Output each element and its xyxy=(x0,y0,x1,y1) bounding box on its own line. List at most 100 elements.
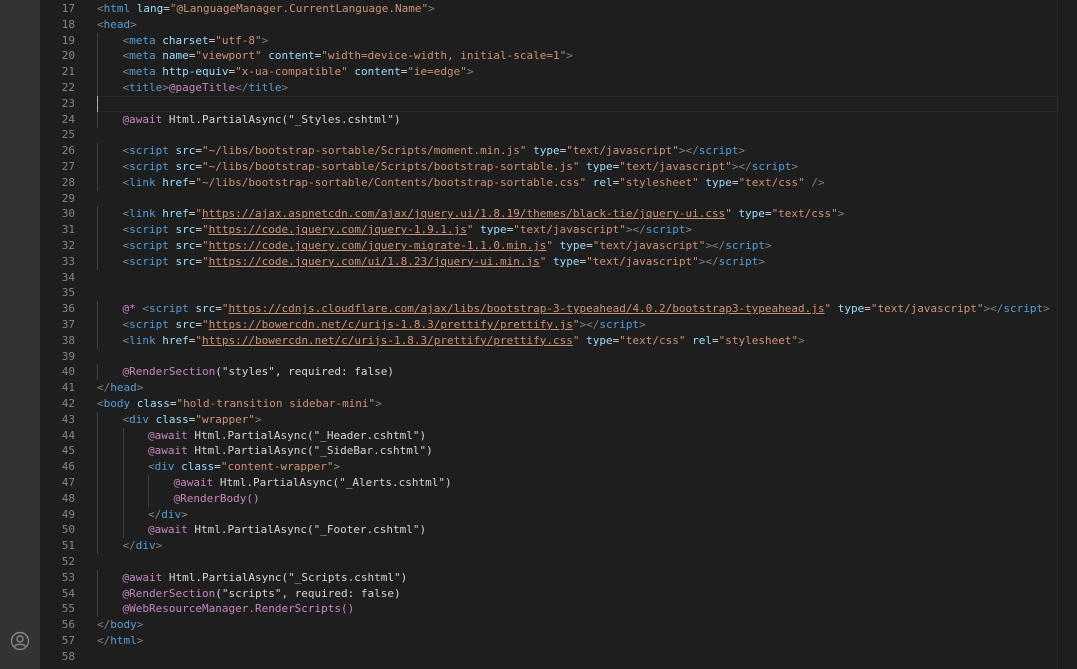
code-line[interactable]: 32 <script src="https://code.jquery.com/j… xyxy=(40,238,1077,254)
line-number: 18 xyxy=(61,17,75,31)
code-token: meta xyxy=(129,49,156,63)
code-line[interactable]: 47 @await Html.PartialAsync("_Alerts.csht… xyxy=(40,475,1077,491)
code-line[interactable]: 43 <div class="wrapper"> xyxy=(40,411,1077,428)
code-token: < xyxy=(97,2,104,15)
code-line[interactable]: 38 <link href="https://bowercdn.net/c/uri… xyxy=(40,332,1077,349)
code-token: html xyxy=(110,634,137,647)
indent-guide xyxy=(122,490,124,507)
code-token: head xyxy=(110,381,137,395)
code-line[interactable]: 48 @RenderBody() xyxy=(40,490,1077,507)
code-line[interactable]: 57 </html> xyxy=(40,633,1077,649)
code-line[interactable]: 42 <body class="hold-transition sidebar-m… xyxy=(40,396,1077,412)
code-line[interactable]: 29 xyxy=(40,191,1077,207)
code-line[interactable]: 31 <script src="https://code.jquery.com/j… xyxy=(40,222,1077,239)
code-text: <script src="https://code.jquery.com/jqu… xyxy=(123,238,772,254)
code-line[interactable]: 55 @WebResourceManager.RenderScripts() xyxy=(40,601,1077,618)
code-token: = xyxy=(214,460,221,474)
code-line[interactable]: 41 </head> xyxy=(40,380,1077,396)
code-token[interactable]: https://bowercdn.net/c/urijs-1.8.3/prett… xyxy=(209,318,573,331)
code-text: @await Html.PartialAsync("_Footer.cshtml… xyxy=(148,522,426,538)
code-line[interactable]: 25 xyxy=(40,127,1077,143)
code-token: "stylesheet" xyxy=(718,333,799,347)
code-line[interactable]: 54 @RenderSection("scripts", required: fa… xyxy=(40,585,1077,602)
line-number: 47 xyxy=(61,476,75,489)
code-line[interactable]: 37 <script src="https://bowercdn.net/c/ur… xyxy=(40,317,1077,333)
account-icon[interactable] xyxy=(10,631,30,651)
code-text: <script src="https://code.jquery.com/jqu… xyxy=(123,222,693,238)
code-line[interactable]: 39 xyxy=(40,349,1077,365)
text-cursor xyxy=(97,96,98,112)
line-number: 41 xyxy=(61,381,75,395)
code-token: > xyxy=(738,144,746,158)
code-token: type xyxy=(586,160,613,173)
code-text: @await Html.PartialAsync("_Header.cshtml… xyxy=(148,428,426,444)
code-token: "text/javascript" xyxy=(513,223,626,237)
code-line[interactable]: 21 <meta http-equiv="x-ua-compatible" con… xyxy=(40,64,1077,81)
code-line[interactable]: 17 <html lang="@LanguageManager.CurrentLa… xyxy=(40,1,1077,17)
code-token[interactable]: https://cdnjs.cloudflare.com/ajax/libs/b… xyxy=(229,302,825,315)
code-token: > xyxy=(837,207,845,221)
line-number: 33 xyxy=(61,254,75,268)
code-token[interactable]: https://code.jquery.com/jquery-1.9.1.js xyxy=(209,223,467,236)
indent-guide xyxy=(97,569,98,586)
code-token[interactable]: https://bowercdn.net/c/urijs-1.8.3/prett… xyxy=(202,334,573,347)
code-token: > xyxy=(764,239,772,252)
code-line[interactable]: 49 </div> xyxy=(40,506,1077,523)
code-token: = xyxy=(215,302,222,316)
code-line[interactable]: 20 <meta name="viewport" content="width=d… xyxy=(40,48,1077,65)
code-line[interactable]: 52 xyxy=(40,554,1077,570)
code-token: href xyxy=(162,207,189,221)
code-token: "text/javascript" xyxy=(870,302,984,316)
code-line[interactable]: 46 <div class="content-wrapper"> xyxy=(40,459,1077,476)
code-line[interactable]: 40 @RenderSection("styles", required: fal… xyxy=(40,364,1077,381)
code-line[interactable]: 22 <title>@pageTitle</title> xyxy=(40,80,1077,96)
code-token: body xyxy=(103,397,131,410)
code-line[interactable]: 24 @await Html.PartialAsync("_Styles.csht… xyxy=(40,111,1077,128)
code-line[interactable]: 53 @await Html.PartialAsync("_Scripts.csh… xyxy=(40,569,1077,586)
code-token: src xyxy=(175,318,196,331)
indent-guide xyxy=(97,443,98,460)
code-token[interactable]: https://ajax.aspnetcdn.com/ajax/jquery.u… xyxy=(202,207,725,220)
code-token[interactable]: https://code.jquery.com/ui/1.8.23/jquery… xyxy=(209,255,540,268)
code-line[interactable]: 36 @* <script src="https://cdnjs.cloudfla… xyxy=(40,301,1077,318)
code-text: @await Html.PartialAsync("_SideBar.cshtm… xyxy=(148,443,433,459)
code-text: @RenderSection("styles", required: false… xyxy=(123,364,395,380)
line-number: 22 xyxy=(61,81,75,94)
editor-area[interactable]: 17 <html lang="@LanguageManager.CurrentLa… xyxy=(40,0,1077,669)
code-token: ("styles", required: false) xyxy=(215,365,395,379)
code-line[interactable]: 56 </body> xyxy=(40,617,1077,633)
code-line[interactable]: 51 </div> xyxy=(40,538,1077,555)
code-line[interactable]: 34 xyxy=(40,270,1077,286)
code-line[interactable]: 30 <link href="https://ajax.aspnetcdn.com… xyxy=(40,206,1077,223)
code-line[interactable]: 33 <script src="https://code.jquery.com/u… xyxy=(40,253,1077,270)
code-line[interactable]: 26 <script src="~/libs/bootstrap-sortable… xyxy=(40,143,1077,160)
code-token: = xyxy=(195,239,202,252)
code-line[interactable]: 50 @await Html.PartialAsync("_Footer.csht… xyxy=(40,522,1077,539)
code-line[interactable]: 19 <meta charset="utf-8"> xyxy=(40,32,1077,49)
code-line[interactable]: 27 <script src="~/libs/bootstrap-sortable… xyxy=(40,159,1077,175)
code-token: </ xyxy=(97,618,111,632)
indent-guide xyxy=(97,364,98,381)
code-line[interactable]: 44 @await Html.PartialAsync("_Header.csht… xyxy=(40,427,1077,444)
code-token[interactable]: https://code.jquery.com/jquery-migrate-1… xyxy=(209,239,547,252)
indent-guide xyxy=(97,253,98,270)
code-line[interactable]: 28 <link href="~/libs/bootstrap-sortable/… xyxy=(40,174,1077,191)
indent-guide xyxy=(97,317,98,333)
code-token: > xyxy=(566,49,573,63)
code-line[interactable]: 18 <head> xyxy=(40,17,1077,33)
code-text: <link href="~/libs/bootstrap-sortable/Co… xyxy=(123,175,825,191)
indent-guide xyxy=(97,159,98,175)
code-line[interactable]: 45 @await Html.PartialAsync("_SideBar.csh… xyxy=(40,443,1077,460)
indent-guide xyxy=(97,538,98,555)
code-line[interactable]: 58 xyxy=(40,649,1077,665)
code-token: Html.PartialAsync("_Scripts.cshtml") xyxy=(162,570,408,584)
code-token: > xyxy=(130,17,137,31)
code-token: > xyxy=(261,33,269,47)
code-line[interactable]: 35 xyxy=(40,285,1077,301)
code-token: "content-wrapper" xyxy=(220,460,334,474)
code-token: "text/javascript" xyxy=(566,144,679,158)
code-line[interactable]: 23 xyxy=(40,96,1077,112)
code-text: @await Html.PartialAsync("_Alerts.cshtml… xyxy=(174,475,452,491)
